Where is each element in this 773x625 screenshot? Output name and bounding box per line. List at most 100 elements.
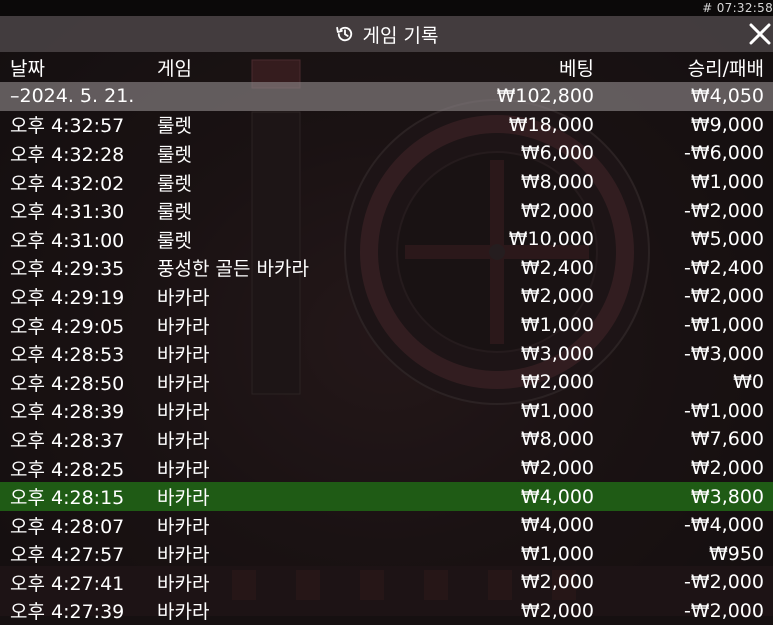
row-win-loss: -₩2,000 (683, 199, 764, 222)
row-win-loss: -₩6,000 (683, 142, 764, 165)
row-bet: ₩4,000 (520, 485, 594, 508)
row-game: 룰렛 (157, 229, 192, 252)
row-bet: ₩2,400 (520, 256, 594, 279)
row-time: 오후 4:32:57 (10, 115, 125, 138)
row-win-loss: -₩1,000 (683, 399, 764, 422)
date-summary-row[interactable]: –2024. 5. 21. ₩102,800 ₩4,050 (0, 82, 773, 111)
row-win-loss: ₩5,000 (690, 228, 764, 251)
close-button[interactable] (747, 21, 773, 47)
row-bet: ₩2,000 (520, 571, 594, 594)
history-rows: 오후 4:32:57 룰렛 ₩18,000 ₩9,000 오후 4:32:28 … (0, 110, 773, 625)
row-bet: ₩10,000 (508, 228, 594, 251)
summary-bet-total: ₩102,800 (496, 85, 594, 108)
row-time: 오후 4:29:19 (10, 286, 125, 309)
row-game: 바카라 (157, 315, 210, 338)
table-row[interactable]: 오후 4:28:53 바카라 ₩3,000 -₩3,000 (0, 339, 773, 368)
close-icon (749, 23, 771, 45)
row-win-loss: ₩3,800 (690, 485, 764, 508)
row-game: 룰렛 (157, 201, 192, 224)
row-win-loss: -₩2,000 (683, 285, 764, 308)
row-time: 오후 4:27:57 (10, 544, 125, 567)
row-bet: ₩6,000 (520, 142, 594, 165)
row-bet: ₩8,000 (520, 171, 594, 194)
row-game: 룰렛 (157, 143, 192, 166)
row-time: 오후 4:31:30 (10, 201, 125, 224)
row-win-loss: ₩9,000 (690, 113, 764, 136)
top-status-strip: # 07:32:58 (0, 0, 773, 16)
row-bet: ₩8,000 (520, 428, 594, 451)
table-row[interactable]: 오후 4:27:39 바카라 ₩2,000 -₩2,000 (0, 596, 773, 625)
table-row[interactable]: 오후 4:29:05 바카라 ₩1,000 -₩1,000 (0, 310, 773, 340)
row-time: 오후 4:29:35 (10, 258, 125, 281)
row-win-loss: ₩950 (708, 542, 764, 565)
row-game: 바카라 (157, 286, 210, 309)
row-time: 오후 4:32:28 (10, 143, 125, 166)
row-game: 바카라 (157, 487, 210, 510)
row-bet: ₩2,000 (520, 457, 594, 480)
row-game: 룰렛 (157, 172, 192, 195)
row-bet: ₩2,000 (520, 285, 594, 308)
row-time: 오후 4:27:39 (10, 601, 125, 624)
table-row[interactable]: 오후 4:28:15 바카라 ₩4,000 ₩3,800 (0, 482, 773, 511)
row-bet: ₩18,000 (508, 113, 594, 136)
summary-win-loss-total: ₩4,050 (690, 85, 764, 108)
row-win-loss: -₩4,000 (683, 514, 764, 537)
row-game: 바카라 (157, 544, 210, 567)
history-icon (335, 24, 355, 44)
row-bet: ₩2,000 (520, 599, 594, 622)
row-bet: ₩2,000 (520, 199, 594, 222)
table-header-row: 날짜 게임 베팅 승리/패배 (0, 52, 773, 82)
table-row[interactable]: 오후 4:27:57 바카라 ₩1,000 ₩950 (0, 539, 773, 569)
row-game: 바카라 (157, 372, 210, 395)
row-game: 바카라 (157, 515, 210, 538)
row-win-loss: -₩2,000 (683, 571, 764, 594)
column-header-bet: 베팅 (559, 57, 594, 80)
row-game: 바카라 (157, 401, 210, 424)
row-win-loss: -₩1,000 (683, 314, 764, 337)
row-game: 바카라 (157, 572, 210, 595)
summary-date: –2024. 5. 21. (10, 85, 135, 108)
row-time: 오후 4:28:39 (10, 401, 125, 424)
table-row[interactable]: 오후 4:28:37 바카라 ₩8,000 ₩7,600 (0, 425, 773, 454)
row-win-loss: ₩2,000 (690, 457, 764, 480)
column-header-date: 날짜 (10, 57, 45, 80)
page-title: 게임 기록 (362, 24, 439, 47)
row-game: 룰렛 (157, 115, 192, 138)
row-game: 풍성한 골든 바카라 (157, 258, 309, 281)
column-header-win-loss: 승리/패배 (687, 57, 764, 80)
row-time: 오후 4:28:50 (10, 372, 125, 395)
row-time: 오후 4:28:25 (10, 458, 125, 481)
table-row[interactable]: 오후 4:29:19 바카라 ₩2,000 -₩2,000 (0, 282, 773, 311)
row-game: 바카라 (157, 458, 210, 481)
row-game: 바카라 (157, 601, 210, 624)
panel-header: 게임 기록 (0, 16, 773, 52)
table-row[interactable]: 오후 4:29:35 풍성한 골든 바카라 ₩2,400 -₩2,400 (0, 253, 773, 283)
row-bet: ₩4,000 (520, 514, 594, 537)
row-time: 오후 4:28:37 (10, 429, 125, 452)
row-bet: ₩1,000 (520, 399, 594, 422)
game-history-table: 날짜 게임 베팅 승리/패배 –2024. 5. 21. ₩102,800 ₩4… (0, 52, 773, 625)
header-title-group: 게임 기록 (0, 16, 773, 52)
table-row[interactable]: 오후 4:27:41 바카라 ₩2,000 -₩2,000 (0, 568, 773, 597)
row-win-loss: ₩1,000 (690, 171, 764, 194)
clock: # 07:32:58 (702, 1, 773, 15)
table-row[interactable]: 오후 4:28:39 바카라 ₩1,000 -₩1,000 (0, 396, 773, 426)
row-win-loss: ₩0 (733, 371, 764, 394)
table-row[interactable]: 오후 4:28:07 바카라 ₩4,000 -₩4,000 (0, 510, 773, 540)
table-row[interactable]: 오후 4:31:00 룰렛 ₩10,000 ₩5,000 (0, 224, 773, 254)
row-win-loss: -₩2,000 (683, 599, 764, 622)
table-row[interactable]: 오후 4:32:02 룰렛 ₩8,000 ₩1,000 (0, 167, 773, 197)
column-header-game: 게임 (157, 57, 192, 80)
row-bet: ₩1,000 (520, 314, 594, 337)
table-row[interactable]: 오후 4:32:28 룰렛 ₩6,000 -₩6,000 (0, 139, 773, 168)
row-time: 오후 4:28:53 (10, 344, 125, 367)
row-time: 오후 4:28:07 (10, 515, 125, 538)
row-bet: ₩3,000 (520, 342, 594, 365)
table-row[interactable]: 오후 4:32:57 룰렛 ₩18,000 ₩9,000 (0, 110, 773, 140)
row-win-loss: ₩7,600 (690, 428, 764, 451)
table-row[interactable]: 오후 4:28:50 바카라 ₩2,000 ₩0 (0, 367, 773, 397)
row-time: 오후 4:31:00 (10, 229, 125, 252)
row-win-loss: -₩2,400 (683, 256, 764, 279)
table-row[interactable]: 오후 4:28:25 바카라 ₩2,000 ₩2,000 (0, 453, 773, 483)
table-row[interactable]: 오후 4:31:30 룰렛 ₩2,000 -₩2,000 (0, 196, 773, 225)
